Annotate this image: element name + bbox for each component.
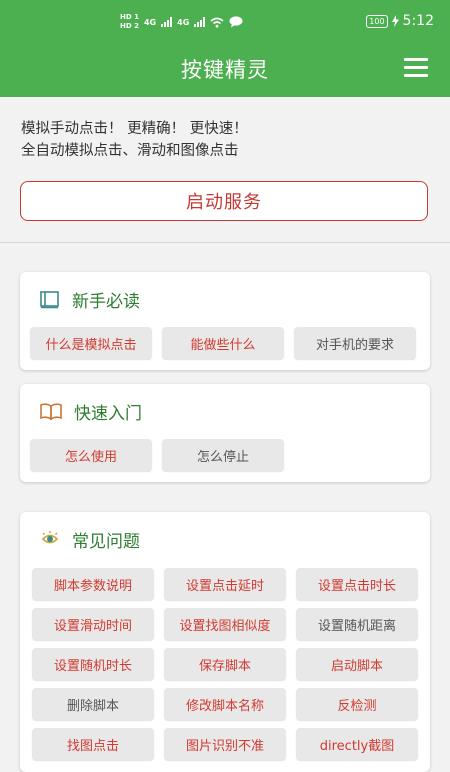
book-icon [40,290,59,308]
chip-click-duration[interactable]: 设置点击时长 [296,568,418,600]
hd2-label: HD 2 [120,22,139,30]
intro-line-1: 模拟手动点击！ 更精确！ 更快速！ [21,121,248,137]
chip-start-script[interactable]: 启动脚本 [296,648,418,680]
chip-save-script[interactable]: 保存脚本 [164,648,286,680]
chip-anti-detect[interactable]: 反检测 [296,688,418,720]
chip-how-to-stop[interactable]: 怎么停止 [162,439,284,471]
app-title: 按键精灵 [181,58,269,82]
chip-script-params[interactable]: 脚本参数说明 [32,568,154,600]
section-header: 常见问题 [40,527,140,552]
intro-text: 模拟手动点击！ 更精确！ 更快速！ 全自动模拟点击、滑动和图像点击 [21,118,248,162]
section-header: 快速入门 [40,399,142,424]
net2-label: 4G [177,17,190,27]
chip-random-distance[interactable]: 设置随机距离 [296,608,418,640]
section-header: 新手必读 [40,287,140,312]
intro-line-2: 全自动模拟点击、滑动和图像点击 [21,143,239,159]
status-icons-right: 100 5:12 [366,13,434,29]
hd1-label: HD 1 [120,13,139,21]
hd-indicator: HD 1 HD 2 [120,13,139,31]
message-icon [229,16,243,28]
chip-what-can-do[interactable]: 能做些什么 [162,327,284,359]
chip-click-delay[interactable]: 设置点击延时 [164,568,286,600]
chip-delete-script[interactable]: 删除脚本 [32,688,154,720]
chip-image-recognition[interactable]: 图片识别不准 [164,728,286,760]
section-title: 快速入门 [74,404,142,424]
chip-rename-script[interactable]: 修改脚本名称 [164,688,286,720]
status-bar: HD 1 HD 2 4G 4G 100 5:12 [0,0,450,44]
chip-find-image-click[interactable]: 找图点击 [32,728,154,760]
section-title: 常见问题 [72,532,140,552]
divider [0,242,450,243]
chip-direct-screenshot[interactable]: directly截图 [296,728,418,760]
section-card-quickstart: 快速入门 怎么使用 怎么停止 [20,384,430,482]
status-icons-left: HD 1 HD 2 4G 4G [120,13,243,31]
app-bar: 按键精灵 [0,44,450,97]
lightbulb-icon [41,530,59,543]
chip-swipe-time[interactable]: 设置滑动时间 [32,608,154,640]
section-card-faq: 常见问题 脚本参数说明 设置点击延时 设置点击时长 设置滑动时间 设置找图相似度… [20,512,430,772]
section-card-beginner: 新手必读 什么是模拟点击 能做些什么 对手机的要求 [20,272,430,370]
chip-what-is-click[interactable]: 什么是模拟点击 [30,327,152,359]
section-title: 新手必读 [72,292,140,312]
signal-icon [161,17,173,27]
chip-how-to-use[interactable]: 怎么使用 [30,439,152,471]
chip-phone-requirements[interactable]: 对手机的要求 [294,327,416,359]
chip-image-similarity[interactable]: 设置找图相似度 [164,608,286,640]
hamburger-menu-icon[interactable] [404,58,428,78]
charging-icon [391,15,399,27]
wifi-icon [210,17,224,28]
battery-icon: 100 [366,14,388,28]
status-time: 5:12 [402,13,434,29]
net1-label: 4G [143,17,157,27]
chip-random-duration[interactable]: 设置随机时长 [32,648,154,680]
open-book-icon [40,402,62,420]
start-service-button[interactable]: 启动服务 [20,181,428,221]
signal-icon-2 [194,17,206,27]
